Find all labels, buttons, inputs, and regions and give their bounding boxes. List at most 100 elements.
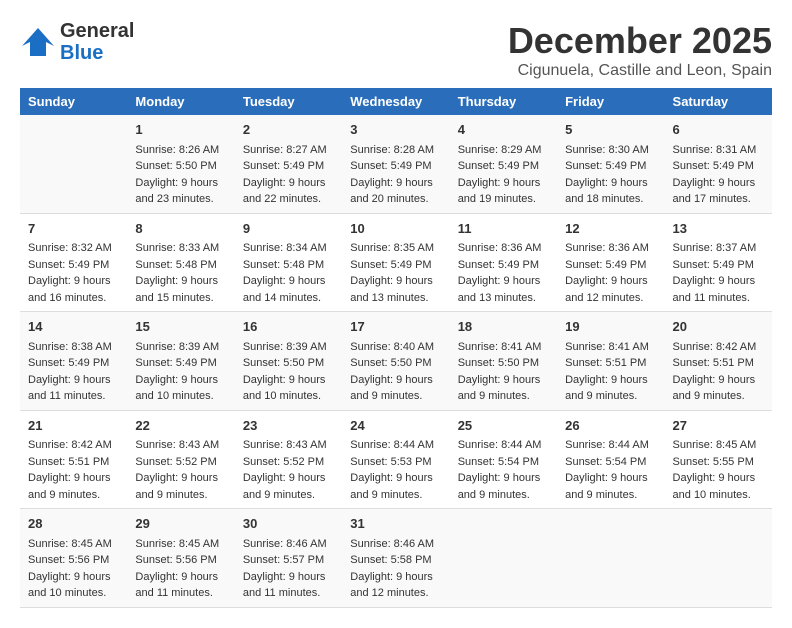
calendar-cell: 7Sunrise: 8:32 AM Sunset: 5:49 PM Daylig…	[20, 213, 127, 312]
day-info: Sunrise: 8:32 AM Sunset: 5:49 PM Dayligh…	[28, 240, 119, 306]
calendar-cell: 18Sunrise: 8:41 AM Sunset: 5:50 PM Dayli…	[450, 312, 557, 411]
day-info: Sunrise: 8:46 AM Sunset: 5:58 PM Dayligh…	[350, 536, 441, 602]
day-number: 1	[135, 120, 226, 140]
day-info: Sunrise: 8:33 AM Sunset: 5:48 PM Dayligh…	[135, 240, 226, 306]
logo-line2: Blue	[60, 42, 103, 64]
day-number: 25	[458, 416, 549, 436]
weekday-header-wednesday: Wednesday	[342, 88, 449, 115]
day-info: Sunrise: 8:44 AM Sunset: 5:54 PM Dayligh…	[565, 437, 656, 503]
calendar-cell: 17Sunrise: 8:40 AM Sunset: 5:50 PM Dayli…	[342, 312, 449, 411]
calendar-cell: 30Sunrise: 8:46 AM Sunset: 5:57 PM Dayli…	[235, 509, 342, 608]
day-number: 10	[350, 219, 441, 239]
calendar-cell: 13Sunrise: 8:37 AM Sunset: 5:49 PM Dayli…	[665, 213, 772, 312]
calendar-cell: 9Sunrise: 8:34 AM Sunset: 5:48 PM Daylig…	[235, 213, 342, 312]
logo: General Blue	[20, 20, 134, 64]
day-number: 27	[673, 416, 764, 436]
weekday-header-sunday: Sunday	[20, 88, 127, 115]
day-info: Sunrise: 8:29 AM Sunset: 5:49 PM Dayligh…	[458, 142, 549, 208]
day-number: 22	[135, 416, 226, 436]
calendar-cell: 8Sunrise: 8:33 AM Sunset: 5:48 PM Daylig…	[127, 213, 234, 312]
day-number: 17	[350, 317, 441, 337]
calendar-cell: 10Sunrise: 8:35 AM Sunset: 5:49 PM Dayli…	[342, 213, 449, 312]
calendar-cell: 3Sunrise: 8:28 AM Sunset: 5:49 PM Daylig…	[342, 115, 449, 213]
day-info: Sunrise: 8:44 AM Sunset: 5:53 PM Dayligh…	[350, 437, 441, 503]
day-info: Sunrise: 8:26 AM Sunset: 5:50 PM Dayligh…	[135, 142, 226, 208]
day-info: Sunrise: 8:28 AM Sunset: 5:49 PM Dayligh…	[350, 142, 441, 208]
calendar-table: SundayMondayTuesdayWednesdayThursdayFrid…	[20, 88, 772, 608]
day-info: Sunrise: 8:44 AM Sunset: 5:54 PM Dayligh…	[458, 437, 549, 503]
day-info: Sunrise: 8:41 AM Sunset: 5:51 PM Dayligh…	[565, 339, 656, 405]
calendar-week-1: 7Sunrise: 8:32 AM Sunset: 5:49 PM Daylig…	[20, 213, 772, 312]
location-title: Cigunuela, Castille and Leon, Spain	[508, 62, 772, 80]
day-number: 28	[28, 514, 119, 534]
day-info: Sunrise: 8:38 AM Sunset: 5:49 PM Dayligh…	[28, 339, 119, 405]
calendar-cell: 19Sunrise: 8:41 AM Sunset: 5:51 PM Dayli…	[557, 312, 664, 411]
calendar-cell: 6Sunrise: 8:31 AM Sunset: 5:49 PM Daylig…	[665, 115, 772, 213]
day-number: 19	[565, 317, 656, 337]
day-info: Sunrise: 8:45 AM Sunset: 5:56 PM Dayligh…	[135, 536, 226, 602]
calendar-cell: 15Sunrise: 8:39 AM Sunset: 5:49 PM Dayli…	[127, 312, 234, 411]
title-section: December 2025 Cigunuela, Castille and Le…	[508, 20, 772, 80]
calendar-cell: 22Sunrise: 8:43 AM Sunset: 5:52 PM Dayli…	[127, 410, 234, 509]
day-number: 21	[28, 416, 119, 436]
calendar-cell: 5Sunrise: 8:30 AM Sunset: 5:49 PM Daylig…	[557, 115, 664, 213]
day-number: 11	[458, 219, 549, 239]
calendar-cell: 20Sunrise: 8:42 AM Sunset: 5:51 PM Dayli…	[665, 312, 772, 411]
calendar-cell	[665, 509, 772, 608]
logo-line1: General	[60, 20, 134, 42]
day-number: 26	[565, 416, 656, 436]
day-info: Sunrise: 8:37 AM Sunset: 5:49 PM Dayligh…	[673, 240, 764, 306]
day-number: 7	[28, 219, 119, 239]
weekday-header-thursday: Thursday	[450, 88, 557, 115]
day-number: 4	[458, 120, 549, 140]
day-number: 20	[673, 317, 764, 337]
weekday-header-row: SundayMondayTuesdayWednesdayThursdayFrid…	[20, 88, 772, 115]
day-info: Sunrise: 8:42 AM Sunset: 5:51 PM Dayligh…	[28, 437, 119, 503]
day-number: 24	[350, 416, 441, 436]
weekday-header-saturday: Saturday	[665, 88, 772, 115]
day-info: Sunrise: 8:36 AM Sunset: 5:49 PM Dayligh…	[458, 240, 549, 306]
calendar-cell	[20, 115, 127, 213]
calendar-cell: 12Sunrise: 8:36 AM Sunset: 5:49 PM Dayli…	[557, 213, 664, 312]
calendar-week-3: 21Sunrise: 8:42 AM Sunset: 5:51 PM Dayli…	[20, 410, 772, 509]
page-header: General Blue December 2025 Cigunuela, Ca…	[20, 20, 772, 80]
day-info: Sunrise: 8:31 AM Sunset: 5:49 PM Dayligh…	[673, 142, 764, 208]
day-number: 6	[673, 120, 764, 140]
day-number: 8	[135, 219, 226, 239]
weekday-header-monday: Monday	[127, 88, 234, 115]
day-info: Sunrise: 8:34 AM Sunset: 5:48 PM Dayligh…	[243, 240, 334, 306]
weekday-header-friday: Friday	[557, 88, 664, 115]
day-number: 15	[135, 317, 226, 337]
day-info: Sunrise: 8:30 AM Sunset: 5:49 PM Dayligh…	[565, 142, 656, 208]
calendar-cell: 2Sunrise: 8:27 AM Sunset: 5:49 PM Daylig…	[235, 115, 342, 213]
calendar-body: 1Sunrise: 8:26 AM Sunset: 5:50 PM Daylig…	[20, 115, 772, 607]
calendar-cell	[450, 509, 557, 608]
day-number: 12	[565, 219, 656, 239]
day-number: 29	[135, 514, 226, 534]
weekday-header-tuesday: Tuesday	[235, 88, 342, 115]
day-info: Sunrise: 8:39 AM Sunset: 5:49 PM Dayligh…	[135, 339, 226, 405]
calendar-cell: 24Sunrise: 8:44 AM Sunset: 5:53 PM Dayli…	[342, 410, 449, 509]
day-number: 9	[243, 219, 334, 239]
day-info: Sunrise: 8:36 AM Sunset: 5:49 PM Dayligh…	[565, 240, 656, 306]
day-number: 16	[243, 317, 334, 337]
month-title: December 2025	[508, 20, 772, 62]
calendar-cell: 28Sunrise: 8:45 AM Sunset: 5:56 PM Dayli…	[20, 509, 127, 608]
calendar-week-2: 14Sunrise: 8:38 AM Sunset: 5:49 PM Dayli…	[20, 312, 772, 411]
calendar-cell: 4Sunrise: 8:29 AM Sunset: 5:49 PM Daylig…	[450, 115, 557, 213]
day-info: Sunrise: 8:35 AM Sunset: 5:49 PM Dayligh…	[350, 240, 441, 306]
day-info: Sunrise: 8:42 AM Sunset: 5:51 PM Dayligh…	[673, 339, 764, 405]
calendar-cell: 14Sunrise: 8:38 AM Sunset: 5:49 PM Dayli…	[20, 312, 127, 411]
day-info: Sunrise: 8:40 AM Sunset: 5:50 PM Dayligh…	[350, 339, 441, 405]
calendar-cell: 31Sunrise: 8:46 AM Sunset: 5:58 PM Dayli…	[342, 509, 449, 608]
day-info: Sunrise: 8:27 AM Sunset: 5:49 PM Dayligh…	[243, 142, 334, 208]
day-number: 2	[243, 120, 334, 140]
calendar-cell: 11Sunrise: 8:36 AM Sunset: 5:49 PM Dayli…	[450, 213, 557, 312]
day-info: Sunrise: 8:46 AM Sunset: 5:57 PM Dayligh…	[243, 536, 334, 602]
calendar-cell: 25Sunrise: 8:44 AM Sunset: 5:54 PM Dayli…	[450, 410, 557, 509]
calendar-cell: 29Sunrise: 8:45 AM Sunset: 5:56 PM Dayli…	[127, 509, 234, 608]
day-number: 13	[673, 219, 764, 239]
day-number: 5	[565, 120, 656, 140]
calendar-week-4: 28 Sunrise: 8:45 AM Sunset: 5:56 PM Dayli…	[20, 509, 772, 608]
calendar-cell: 21Sunrise: 8:42 AM Sunset: 5:51 PM Dayli…	[20, 410, 127, 509]
